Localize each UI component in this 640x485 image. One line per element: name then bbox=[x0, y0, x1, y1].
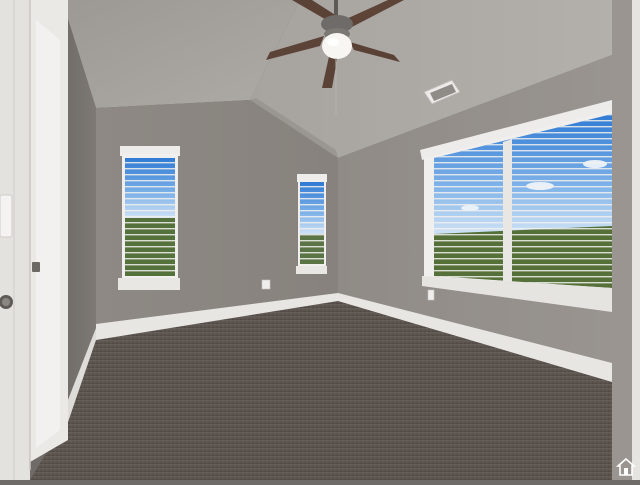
door-frame-outer bbox=[0, 0, 30, 480]
window-sill-back-left bbox=[118, 278, 180, 290]
window-sill-back-right bbox=[296, 266, 327, 274]
house-icon bbox=[615, 457, 637, 477]
wall-outlet-back bbox=[261, 279, 271, 290]
room-photo bbox=[0, 0, 640, 480]
door-casing-inner bbox=[36, 20, 60, 448]
room-svg bbox=[0, 0, 640, 480]
window-back-right bbox=[296, 174, 327, 274]
light-switch[interactable] bbox=[0, 194, 13, 238]
right-edge-trim bbox=[632, 0, 640, 480]
window-back-left bbox=[118, 146, 180, 290]
wall-outlet-right bbox=[427, 289, 435, 301]
door-hinge bbox=[32, 262, 40, 272]
fan-light-globe bbox=[322, 33, 352, 59]
